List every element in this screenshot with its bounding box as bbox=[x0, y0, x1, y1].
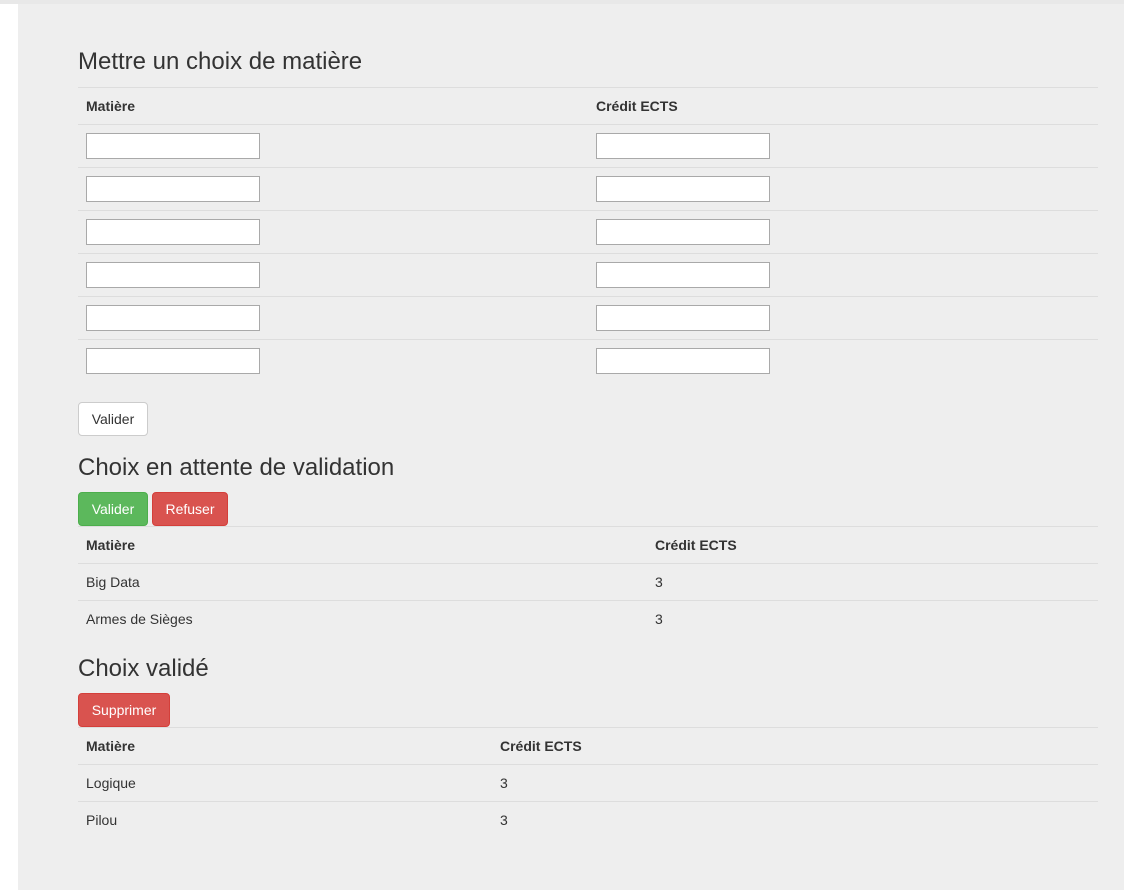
column-header-subject: Matière bbox=[78, 727, 492, 765]
form-row bbox=[78, 340, 1098, 383]
credit-input-2[interactable] bbox=[596, 176, 770, 202]
subject-input-3[interactable] bbox=[86, 219, 260, 245]
refuse-pending-button[interactable]: Refuser bbox=[152, 492, 228, 526]
subject-input-5[interactable] bbox=[86, 305, 260, 331]
form-row bbox=[78, 124, 1098, 168]
pending-section-title: Choix en attente de validation bbox=[78, 454, 395, 481]
credit-input-6[interactable] bbox=[596, 348, 770, 374]
column-header-credit: Crédit ECTS bbox=[492, 727, 1098, 765]
column-header-credit: Crédit ECTS bbox=[647, 526, 1098, 564]
credit-input-1[interactable] bbox=[596, 133, 770, 159]
form-row bbox=[78, 253, 1098, 297]
subject-input-1[interactable] bbox=[86, 133, 260, 159]
main-panel: Mettre un choix de matière Matière Crédi… bbox=[18, 4, 1124, 890]
submit-choice-button[interactable]: Valider bbox=[78, 402, 148, 436]
table-row[interactable]: Armes de Sièges 3 bbox=[78, 601, 1098, 638]
table-row[interactable]: Logique 3 bbox=[78, 764, 1098, 802]
credit-input-3[interactable] bbox=[596, 219, 770, 245]
credit-input-5[interactable] bbox=[596, 305, 770, 331]
validate-pending-button[interactable]: Valider bbox=[78, 492, 148, 526]
pending-choices-table: Matière Crédit ECTS Big Data 3 Armes de … bbox=[78, 526, 1098, 637]
column-header-credit: Crédit ECTS bbox=[588, 87, 1098, 125]
table-row[interactable]: Pilou 3 bbox=[78, 802, 1098, 839]
cell-subject: Armes de Sièges bbox=[86, 611, 193, 627]
credit-input-4[interactable] bbox=[596, 262, 770, 288]
form-section-title: Mettre un choix de matière bbox=[78, 48, 363, 75]
column-header-subject: Matière bbox=[78, 87, 588, 125]
cell-credit: 3 bbox=[492, 764, 1098, 802]
form-row bbox=[78, 167, 1098, 211]
cell-subject: Logique bbox=[78, 764, 492, 802]
validated-section-title: Choix validé bbox=[78, 655, 209, 682]
cell-subject: Pilou bbox=[86, 812, 118, 828]
cell-credit: 3 bbox=[647, 563, 1098, 601]
subject-input-6[interactable] bbox=[86, 348, 260, 374]
cell-credit: 3 bbox=[500, 812, 508, 828]
cell-subject: Big Data bbox=[78, 563, 647, 601]
form-row bbox=[78, 296, 1098, 340]
column-header-subject: Matière bbox=[78, 526, 647, 564]
subject-input-2[interactable] bbox=[86, 176, 260, 202]
form-row bbox=[78, 210, 1098, 254]
validated-choices-table: Matière Crédit ECTS Logique 3 Pilou 3 bbox=[78, 727, 1098, 838]
delete-validated-button[interactable]: Supprimer bbox=[78, 693, 170, 727]
cell-credit: 3 bbox=[655, 611, 663, 627]
subject-input-4[interactable] bbox=[86, 262, 260, 288]
table-row[interactable]: Big Data 3 bbox=[78, 563, 1098, 601]
subject-choice-form-table: Matière Crédit ECTS bbox=[78, 87, 1098, 382]
